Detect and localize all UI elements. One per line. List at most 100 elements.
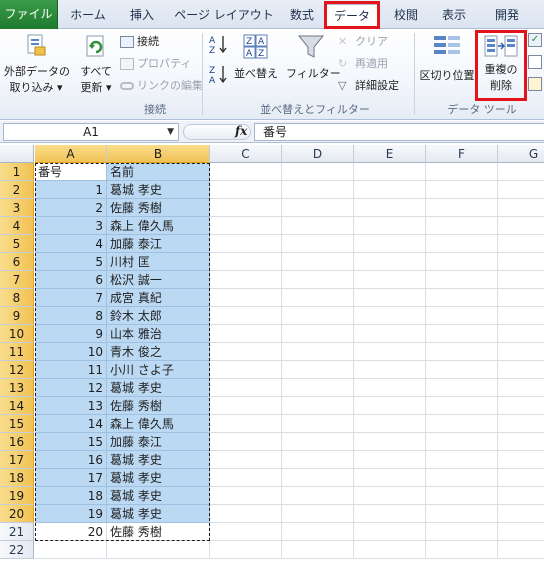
cell-g12[interactable]	[498, 361, 544, 379]
cell-f14[interactable]	[426, 397, 498, 415]
cell-e10[interactable]	[354, 325, 426, 343]
cell-c8[interactable]	[210, 289, 282, 307]
row-header[interactable]: 7	[0, 271, 34, 289]
cell-g5[interactable]	[498, 235, 544, 253]
row-header[interactable]: 4	[0, 217, 34, 235]
cell-c11[interactable]	[210, 343, 282, 361]
cell-g18[interactable]	[498, 469, 544, 487]
cell-b10[interactable]: 山本 雅治	[107, 325, 210, 343]
row-header[interactable]: 14	[0, 397, 34, 415]
cell-a19[interactable]: 18	[35, 487, 107, 505]
cell-f11[interactable]	[426, 343, 498, 361]
cell-e14[interactable]	[354, 397, 426, 415]
row-header[interactable]: 9	[0, 307, 34, 325]
cell-c5[interactable]	[210, 235, 282, 253]
cell-c3[interactable]	[210, 199, 282, 217]
cell-b5[interactable]: 加藤 泰江	[107, 235, 210, 253]
cell-c15[interactable]	[210, 415, 282, 433]
select-all-corner[interactable]	[0, 145, 34, 163]
row-header[interactable]: 3	[0, 199, 34, 217]
cell-b16[interactable]: 加藤 泰江	[107, 433, 210, 451]
cell-f1[interactable]	[426, 163, 498, 181]
cell-c9[interactable]	[210, 307, 282, 325]
cell-a16[interactable]: 15	[35, 433, 107, 451]
cell-e5[interactable]	[354, 235, 426, 253]
cell-a21[interactable]: 20	[35, 523, 107, 541]
cell-a8[interactable]: 7	[35, 289, 107, 307]
cell-d21[interactable]	[282, 523, 354, 541]
cell-a1[interactable]: 番号	[35, 163, 107, 181]
cell-a10[interactable]: 9	[35, 325, 107, 343]
cell-c19[interactable]	[210, 487, 282, 505]
cell-a13[interactable]: 12	[35, 379, 107, 397]
row-header[interactable]: 11	[0, 343, 34, 361]
cell-f2[interactable]	[426, 181, 498, 199]
sort-desc-button[interactable]: Z A	[208, 63, 230, 88]
cell-d12[interactable]	[282, 361, 354, 379]
cell-b6[interactable]: 川村 匡	[107, 253, 210, 271]
cell-d22[interactable]	[282, 541, 354, 559]
cell-b8[interactable]: 成宮 真紀	[107, 289, 210, 307]
cell-g8[interactable]	[498, 289, 544, 307]
cell-d16[interactable]	[282, 433, 354, 451]
cell-f20[interactable]	[426, 505, 498, 523]
cell-d6[interactable]	[282, 253, 354, 271]
connections-button[interactable]: 接続	[120, 33, 159, 49]
cell-f21[interactable]	[426, 523, 498, 541]
cell-b20[interactable]: 葛城 孝史	[107, 505, 210, 523]
cell-e13[interactable]	[354, 379, 426, 397]
row-header[interactable]: 12	[0, 361, 34, 379]
tab-data[interactable]: データ	[326, 4, 378, 30]
cell-a2[interactable]: 1	[35, 181, 107, 199]
filter-button[interactable]: フィルター	[286, 33, 341, 81]
column-header-d[interactable]: D	[282, 145, 354, 163]
cell-c21[interactable]	[210, 523, 282, 541]
cell-b7[interactable]: 松沢 誠一	[107, 271, 210, 289]
cell-f10[interactable]	[426, 325, 498, 343]
cell-e11[interactable]	[354, 343, 426, 361]
cell-b3[interactable]: 佐藤 秀樹	[107, 199, 210, 217]
cell-f16[interactable]	[426, 433, 498, 451]
cell-d3[interactable]	[282, 199, 354, 217]
cell-a20[interactable]: 19	[35, 505, 107, 523]
tab-developer[interactable]: 開発	[482, 4, 532, 29]
tab-view[interactable]: 表示	[432, 4, 476, 29]
cell-c12[interactable]	[210, 361, 282, 379]
chevron-down-icon[interactable]: ▼	[167, 124, 174, 140]
cell-d10[interactable]	[282, 325, 354, 343]
cell-d4[interactable]	[282, 217, 354, 235]
cell-a3[interactable]: 2	[35, 199, 107, 217]
cell-g19[interactable]	[498, 487, 544, 505]
text-to-columns-button[interactable]: 区切り位置	[418, 33, 476, 83]
reapply-button[interactable]: ↻ 再適用	[338, 55, 388, 71]
cell-d2[interactable]	[282, 181, 354, 199]
row-header[interactable]: 13	[0, 379, 34, 397]
cell-d5[interactable]	[282, 235, 354, 253]
cell-e20[interactable]	[354, 505, 426, 523]
cell-c20[interactable]	[210, 505, 282, 523]
cell-e21[interactable]	[354, 523, 426, 541]
cell-a22[interactable]	[35, 541, 107, 559]
cell-g17[interactable]	[498, 451, 544, 469]
cell-f12[interactable]	[426, 361, 498, 379]
cell-b4[interactable]: 森上 偉久馬	[107, 217, 210, 235]
cell-c6[interactable]	[210, 253, 282, 271]
cell-e3[interactable]	[354, 199, 426, 217]
cell-c13[interactable]	[210, 379, 282, 397]
get-external-data-button[interactable]: 外部データの 取り込み ▾	[4, 33, 70, 95]
row-header[interactable]: 15	[0, 415, 34, 433]
tab-page-layout[interactable]: ページ レイアウト	[170, 4, 278, 29]
cell-f4[interactable]	[426, 217, 498, 235]
data-validation-button[interactable]: ✓	[528, 33, 542, 47]
cell-f22[interactable]	[426, 541, 498, 559]
row-header[interactable]: 6	[0, 253, 34, 271]
tab-file[interactable]: ファイル	[0, 0, 58, 29]
cell-e12[interactable]	[354, 361, 426, 379]
name-box[interactable]: A1 ▼	[3, 123, 179, 141]
cell-d14[interactable]	[282, 397, 354, 415]
cell-f6[interactable]	[426, 253, 498, 271]
cell-a6[interactable]: 5	[35, 253, 107, 271]
row-header[interactable]: 21	[0, 523, 34, 541]
cell-g16[interactable]	[498, 433, 544, 451]
cell-g7[interactable]	[498, 271, 544, 289]
